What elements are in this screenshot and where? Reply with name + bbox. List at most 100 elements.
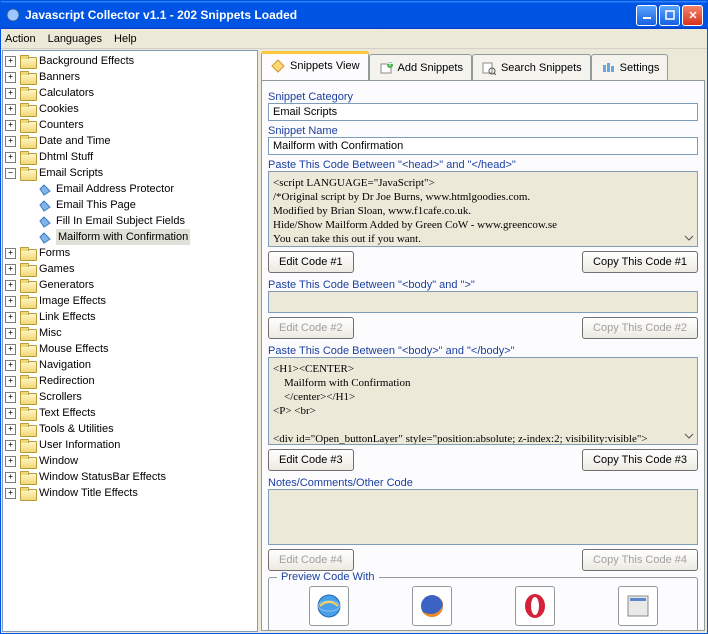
expand-icon[interactable]: +	[5, 120, 16, 131]
expand-icon[interactable]: +	[5, 248, 16, 259]
tree-label: Mouse Effects	[39, 341, 109, 357]
tab-settings[interactable]: Settings	[591, 54, 669, 80]
expand-icon[interactable]: +	[5, 312, 16, 323]
expand-icon[interactable]: +	[5, 344, 16, 355]
folder-icon	[20, 391, 35, 403]
expand-icon[interactable]: +	[5, 488, 16, 499]
expand-icon[interactable]: +	[5, 456, 16, 467]
tree-item[interactable]: +Redirection	[5, 373, 255, 389]
preview-ie-button[interactable]	[309, 586, 349, 626]
menu-action[interactable]: Action	[5, 33, 36, 45]
expand-icon[interactable]: +	[5, 360, 16, 371]
tree-item[interactable]: +Text Effects	[5, 405, 255, 421]
edit-code-2-button[interactable]: Edit Code #2	[268, 317, 354, 339]
folder-icon	[20, 455, 35, 467]
copy-code-4-button[interactable]: Copy This Code #4	[582, 549, 698, 571]
tree-label: Date and Time	[39, 133, 111, 149]
maximize-button[interactable]	[659, 5, 680, 26]
tree-item[interactable]: + Dhtml Stuff	[5, 149, 255, 165]
edit-code-4-button[interactable]: Edit Code #4	[268, 549, 354, 571]
close-button[interactable]	[682, 5, 703, 26]
app-icon	[5, 7, 21, 23]
tree-item[interactable]: + Forms	[5, 245, 255, 261]
tree-leaf[interactable]: Email This Page	[5, 197, 255, 213]
tree-label: Forms	[39, 245, 70, 261]
tree-label: Counters	[39, 117, 84, 133]
tree-item[interactable]: + Mouse Effects	[5, 341, 255, 357]
code3-box[interactable]: <H1><CENTER> Mailform with Confirmation …	[268, 357, 698, 445]
chevron-down-icon[interactable]	[683, 232, 695, 244]
tree-leaf[interactable]: Mailform with Confirmation	[5, 229, 255, 245]
code1-box[interactable]: <script LANGUAGE="JavaScript"> /*Origina…	[268, 171, 698, 247]
expand-icon[interactable]: +	[5, 104, 16, 115]
expand-icon[interactable]: +	[5, 472, 16, 483]
tree-item[interactable]: −Email Scripts	[5, 165, 255, 181]
copy-code-1-button[interactable]: Copy This Code #1	[582, 251, 698, 273]
tree-item[interactable]: +Generators	[5, 277, 255, 293]
titlebar: Javascript Collector v1.1 - 202 Snippets…	[1, 1, 707, 29]
tree-label: Calculators	[39, 85, 94, 101]
tree-leaf[interactable]: Email Address Protector	[5, 181, 255, 197]
tree-item[interactable]: +Image Effects	[5, 293, 255, 309]
copy-code-3-button[interactable]: Copy This Code #3	[582, 449, 698, 471]
category-field[interactable]: Email Scripts	[268, 103, 698, 121]
tree-item[interactable]: +Misc	[5, 325, 255, 341]
tab-snippets-view[interactable]: Snippets View	[261, 51, 369, 80]
tab-search-snippets[interactable]: Search Snippets	[472, 54, 591, 80]
preview-firefox-button[interactable]	[412, 586, 452, 626]
tree-label: Link Effects	[39, 309, 96, 325]
expand-icon[interactable]: +	[5, 328, 16, 339]
copy-code-2-button[interactable]: Copy This Code #2	[582, 317, 698, 339]
tree-item[interactable]: +Banners	[5, 69, 255, 85]
minimize-button[interactable]	[636, 5, 657, 26]
category-tree[interactable]: +Background Effects+Banners+Calculators+…	[2, 50, 258, 632]
expand-icon[interactable]: +	[5, 56, 16, 67]
tree-item[interactable]: +Games	[5, 261, 255, 277]
expand-icon[interactable]: +	[5, 392, 16, 403]
expand-icon[interactable]: +	[5, 72, 16, 83]
expand-icon[interactable]: +	[5, 424, 16, 435]
expand-icon[interactable]: +	[5, 408, 16, 419]
expand-icon[interactable]: +	[5, 136, 16, 147]
expand-icon[interactable]: +	[5, 152, 16, 163]
tree-item[interactable]: + Calculators	[5, 85, 255, 101]
tree-item[interactable]: + Link Effects	[5, 309, 255, 325]
tree-item[interactable]: +User Information	[5, 437, 255, 453]
chevron-down-icon[interactable]	[683, 430, 695, 442]
tree-item[interactable]: +Window StatusBar Effects	[5, 469, 255, 485]
expand-icon[interactable]: +	[5, 296, 16, 307]
expand-icon[interactable]: −	[5, 168, 16, 179]
tree-item[interactable]: +Navigation	[5, 357, 255, 373]
preview-generic-button[interactable]	[618, 586, 658, 626]
code4-label: Notes/Comments/Other Code	[268, 477, 698, 489]
edit-code-1-button[interactable]: Edit Code #1	[268, 251, 354, 273]
tree-item[interactable]: + Counters	[5, 117, 255, 133]
expand-icon[interactable]: +	[5, 88, 16, 99]
tree-item[interactable]: +Background Effects	[5, 53, 255, 69]
tab-add-snippets[interactable]: +Add Snippets	[369, 54, 472, 80]
tree-label: Dhtml Stuff	[39, 149, 93, 165]
tree-item[interactable]: + Scrollers	[5, 389, 255, 405]
edit-code-3-button[interactable]: Edit Code #3	[268, 449, 354, 471]
preview-opera-button[interactable]	[515, 586, 555, 626]
tree-item[interactable]: + Date and Time	[5, 133, 255, 149]
name-field[interactable]: Mailform with Confirmation	[268, 137, 698, 155]
tree-item[interactable]: +Window	[5, 453, 255, 469]
expand-icon[interactable]: +	[5, 440, 16, 451]
code2-box[interactable]	[268, 291, 698, 313]
expand-icon[interactable]: +	[5, 280, 16, 291]
tree-item[interactable]: +Cookies	[5, 101, 255, 117]
tree-item[interactable]: +Window Title Effects	[5, 485, 255, 501]
expand-icon[interactable]: +	[5, 376, 16, 387]
name-label: Snippet Name	[268, 125, 698, 137]
tree-item[interactable]: +Tools & Utilities	[5, 421, 255, 437]
tree-label: Scrollers	[39, 389, 82, 405]
snippet-icon	[37, 231, 52, 244]
code2-buttons: Edit Code #2 Copy This Code #2	[268, 317, 698, 339]
code4-box[interactable]	[268, 489, 698, 545]
expand-icon[interactable]: +	[5, 264, 16, 275]
code2-label: Paste This Code Between "<body" and ">"	[268, 279, 698, 291]
tree-leaf[interactable]: Fill In Email Subject Fields	[5, 213, 255, 229]
menu-help[interactable]: Help	[114, 33, 137, 45]
menu-languages[interactable]: Languages	[48, 33, 102, 45]
